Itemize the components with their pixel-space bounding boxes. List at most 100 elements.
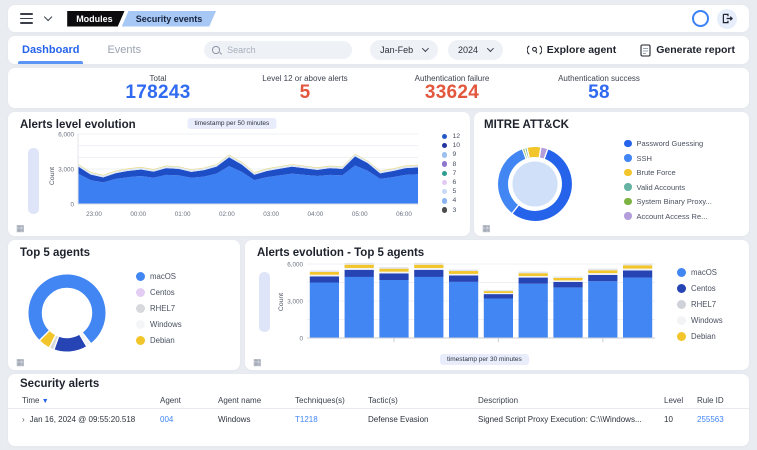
svg-text:02:00: 02:00 <box>219 211 235 218</box>
logout-button[interactable] <box>717 8 737 29</box>
rule-id-link[interactable]: 255563 <box>697 415 745 424</box>
legend-item-debian[interactable]: Debian <box>677 332 723 341</box>
explore-agent-button[interactable]: Explore agent <box>526 44 616 56</box>
legend-item-macos[interactable]: macOS <box>677 268 723 277</box>
tab-events[interactable]: Events <box>107 36 141 64</box>
legend-dot <box>624 212 632 220</box>
legend-item-9[interactable]: 9 <box>441 151 460 158</box>
stat-value[interactable]: 5 <box>300 82 311 103</box>
svg-text:05:00: 05:00 <box>352 211 368 218</box>
chevron-down-icon <box>422 45 429 52</box>
row-expand-icon[interactable]: › <box>22 415 25 424</box>
col-techniques[interactable]: Techniques(s) <box>295 396 368 405</box>
breadcrumb-modules[interactable]: Modules <box>67 11 125 27</box>
col-time[interactable]: Time ▼ <box>22 396 160 405</box>
inspect-table-icon[interactable]: ▦ <box>253 358 262 367</box>
cell-level: 10 <box>664 415 673 424</box>
legend-item-system-binary-proxy-[interactable]: System Binary Proxy... <box>624 197 712 206</box>
col-rule-id[interactable]: Rule ID <box>697 396 745 405</box>
legend-item-3[interactable]: 3 <box>441 206 460 214</box>
legend-label: 3 <box>452 206 457 214</box>
legend-dot <box>441 170 448 176</box>
legend-item-8[interactable]: 8 <box>441 160 460 168</box>
legend-item-windows[interactable]: Windows <box>136 320 182 329</box>
legend-label: 8 <box>452 160 457 168</box>
col-tactic[interactable]: Tactic(s) <box>368 396 478 405</box>
legend-item-ssh[interactable]: SSH <box>624 154 712 163</box>
tab-dashboard-label: Dashboard <box>22 44 80 56</box>
legend-item-macos[interactable]: macOS <box>136 272 182 281</box>
legend-label: macOS <box>150 272 176 281</box>
legend-item-6[interactable]: 6 <box>441 179 460 186</box>
mitre-donut-chart[interactable] <box>488 137 582 231</box>
stat-value[interactable]: 33624 <box>425 82 479 103</box>
legend-item-7[interactable]: 7 <box>441 170 460 177</box>
year-select[interactable]: 2024 <box>447 40 503 60</box>
col-agent[interactable]: Agent <box>160 396 218 405</box>
legend-label: Centos <box>691 284 716 293</box>
svg-text:00:00: 00:00 <box>130 211 146 218</box>
legend-dot <box>677 268 686 277</box>
stat-value[interactable]: 58 <box>588 82 610 103</box>
legend-item-valid-accounts[interactable]: Valid Accounts <box>624 183 712 192</box>
search-box[interactable] <box>204 41 353 59</box>
agent-link[interactable]: 004 <box>160 415 218 424</box>
tab-dashboard[interactable]: Dashboard <box>18 36 84 64</box>
y-axis-brush[interactable] <box>28 148 39 214</box>
legend-label: System Binary Proxy... <box>636 197 712 206</box>
technique-link[interactable]: T1218 <box>295 415 368 424</box>
chevron-down-icon[interactable] <box>43 12 53 22</box>
legend-item-centos[interactable]: Centos <box>136 288 182 297</box>
legend-item-debian[interactable]: Debian <box>136 336 182 345</box>
inspect-table-icon[interactable]: ▦ <box>482 224 491 233</box>
legend-dot <box>136 336 145 345</box>
legend-dot <box>441 152 448 158</box>
col-agent-name[interactable]: Agent name <box>218 396 295 405</box>
legend-item-account-access-re-[interactable]: Account Access Re... <box>624 212 712 221</box>
stats-bar: Total 178243 Level 12 or above alerts 5 … <box>8 68 749 108</box>
legend-item-4[interactable]: 4 <box>441 197 460 204</box>
month-range-select[interactable]: Jan-Feb <box>370 40 438 60</box>
legend-item-10[interactable]: 10 <box>441 142 460 149</box>
legend-dot <box>441 207 448 213</box>
legend-item-rhel7[interactable]: RHEL7 <box>136 304 182 313</box>
legend-label: Password Guessing <box>636 139 704 148</box>
svg-text:Count: Count <box>49 167 56 185</box>
legend-item-brute-force[interactable]: Brute Force <box>624 168 712 177</box>
legend-item-12[interactable]: 12 <box>441 133 460 140</box>
legend-dot <box>624 154 632 162</box>
sort-desc-icon[interactable]: ▼ <box>42 398 49 405</box>
table-row[interactable]: › Jan 16, 2024 @ 09:55:20.518 004 Windows… <box>22 415 745 424</box>
inspect-table-icon[interactable]: ▦ <box>16 358 25 367</box>
legend-item-centos[interactable]: Centos <box>677 284 723 293</box>
search-input[interactable] <box>225 44 330 56</box>
area-chart[interactable]: 0 3,000 6,000 23:00 00:00 01:00 02:00 03:00 04:0… <box>44 130 424 230</box>
col-level[interactable]: Level <box>664 396 697 405</box>
legend-dot <box>624 139 632 148</box>
inspect-table-icon[interactable]: ▦ <box>16 224 25 233</box>
breadcrumb-security-events[interactable]: Security events <box>122 11 217 27</box>
legend-dot <box>624 168 632 177</box>
stat-value[interactable]: 178243 <box>125 82 190 103</box>
svg-text:3,000: 3,000 <box>287 298 303 305</box>
legend-dot <box>136 304 145 313</box>
chart-legend: macOS Centos RHEL7 Windows Debian <box>677 268 723 341</box>
generate-report-label: Generate report <box>656 44 735 56</box>
menu-icon[interactable] <box>20 13 33 24</box>
legend-dot <box>441 161 448 167</box>
col-description[interactable]: Description <box>478 396 664 405</box>
legend-item-password-guessing[interactable]: Password Guessing <box>624 139 712 148</box>
legend-item-5[interactable]: 5 <box>441 188 460 195</box>
stacked-bar-chart[interactable]: 0 3,000 6,000 Count <box>273 258 663 362</box>
legend-label: Centos <box>150 288 175 297</box>
legend-dot <box>677 316 686 325</box>
app-status-icon[interactable] <box>692 10 709 27</box>
agents-donut-chart[interactable] <box>18 264 116 362</box>
legend-dot <box>441 142 448 149</box>
legend-item-windows[interactable]: Windows <box>677 316 723 325</box>
generate-report-button[interactable]: Generate report <box>640 43 735 57</box>
y-axis-brush[interactable] <box>259 272 270 332</box>
legend-dot <box>136 320 145 329</box>
legend-item-rhel7[interactable]: RHEL7 <box>677 300 723 309</box>
cell-agent-name: Windows <box>218 415 251 424</box>
